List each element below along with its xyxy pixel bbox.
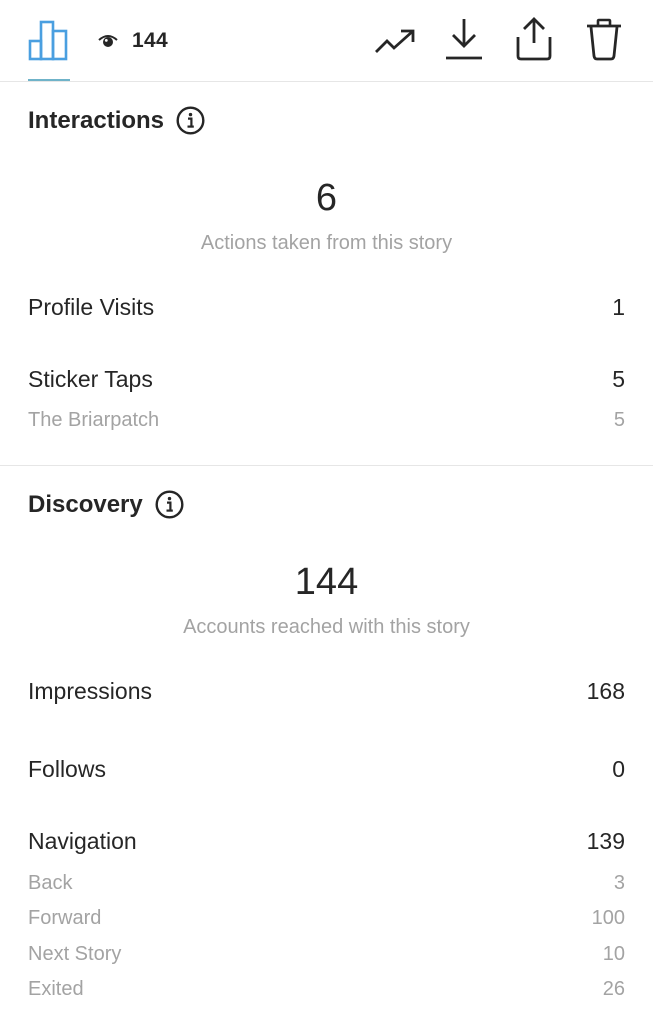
metric-value: 168 — [586, 678, 625, 704]
metric-value: 5 — [612, 366, 625, 392]
navigation-row-forward: Forward 100 — [28, 907, 625, 930]
discovery-title: Discovery — [28, 490, 143, 518]
metric-row-navigation: Navigation 139 — [28, 828, 625, 855]
info-icon[interactable] — [155, 490, 184, 519]
sticker-row-the-briarpatch: The Briarpatch 5 — [28, 409, 625, 432]
share-icon — [516, 17, 552, 61]
promote-button[interactable] — [372, 20, 418, 62]
sub-metric-label: Next Story — [28, 943, 122, 965]
navigation-row-back: Back 3 — [28, 872, 625, 895]
eye-icon — [98, 34, 118, 48]
view-count[interactable]: 144 — [98, 26, 168, 56]
sub-metric-value: 5 — [613, 409, 625, 431]
navigation-row-next-story: Next Story 10 — [28, 943, 625, 966]
metric-label: Sticker Taps — [28, 366, 153, 392]
download-button[interactable] — [442, 14, 486, 62]
story-toolbar: 144 — [0, 0, 653, 82]
sub-metric-value: 26 — [602, 978, 625, 1000]
interactions-header: Interactions — [28, 106, 205, 135]
section-divider — [0, 465, 653, 466]
sub-metric-value: 100 — [591, 907, 625, 929]
info-icon[interactable] — [176, 106, 205, 135]
interactions-title: Interactions — [28, 106, 165, 134]
trending-up-icon — [375, 29, 415, 53]
metric-row-follows: Follows 0 — [28, 756, 625, 783]
discovery-total-label: Accounts reached with this story — [183, 616, 470, 638]
sub-metric-label: The Briarpatch — [28, 409, 160, 431]
delete-button[interactable] — [582, 16, 626, 62]
navigation-row-exited: Exited 26 — [28, 978, 625, 1001]
metric-row-sticker-taps: Sticker Taps 5 — [28, 366, 625, 393]
bar-chart-icon — [28, 20, 68, 61]
sub-metric-label: Exited — [28, 978, 84, 1000]
insights-tab[interactable] — [26, 17, 72, 63]
trash-icon — [587, 18, 621, 61]
sub-metric-value: 3 — [613, 872, 625, 894]
metric-row-impressions: Impressions 168 — [28, 678, 625, 705]
metric-label: Follows — [28, 756, 106, 782]
interactions-total: 6 — [315, 177, 338, 219]
discovery-header: Discovery — [28, 490, 184, 519]
download-icon — [446, 19, 482, 60]
share-button[interactable] — [512, 14, 556, 62]
metric-row-profile-visits: Profile Visits 1 — [28, 294, 625, 321]
metric-label: Profile Visits — [28, 294, 155, 320]
metric-value: 139 — [586, 828, 625, 854]
metric-value: 0 — [612, 756, 625, 782]
discovery-total: 144 — [294, 561, 359, 603]
metric-label: Navigation — [28, 828, 137, 854]
active-tab-indicator — [28, 79, 70, 81]
view-count-value: 144 — [132, 29, 168, 52]
interactions-total-label: Actions taken from this story — [200, 232, 453, 254]
metric-label: Impressions — [28, 678, 152, 704]
sub-metric-label: Forward — [28, 907, 102, 929]
sub-metric-value: 10 — [602, 943, 625, 965]
metric-value: 1 — [612, 294, 625, 320]
sub-metric-label: Back — [28, 872, 73, 894]
